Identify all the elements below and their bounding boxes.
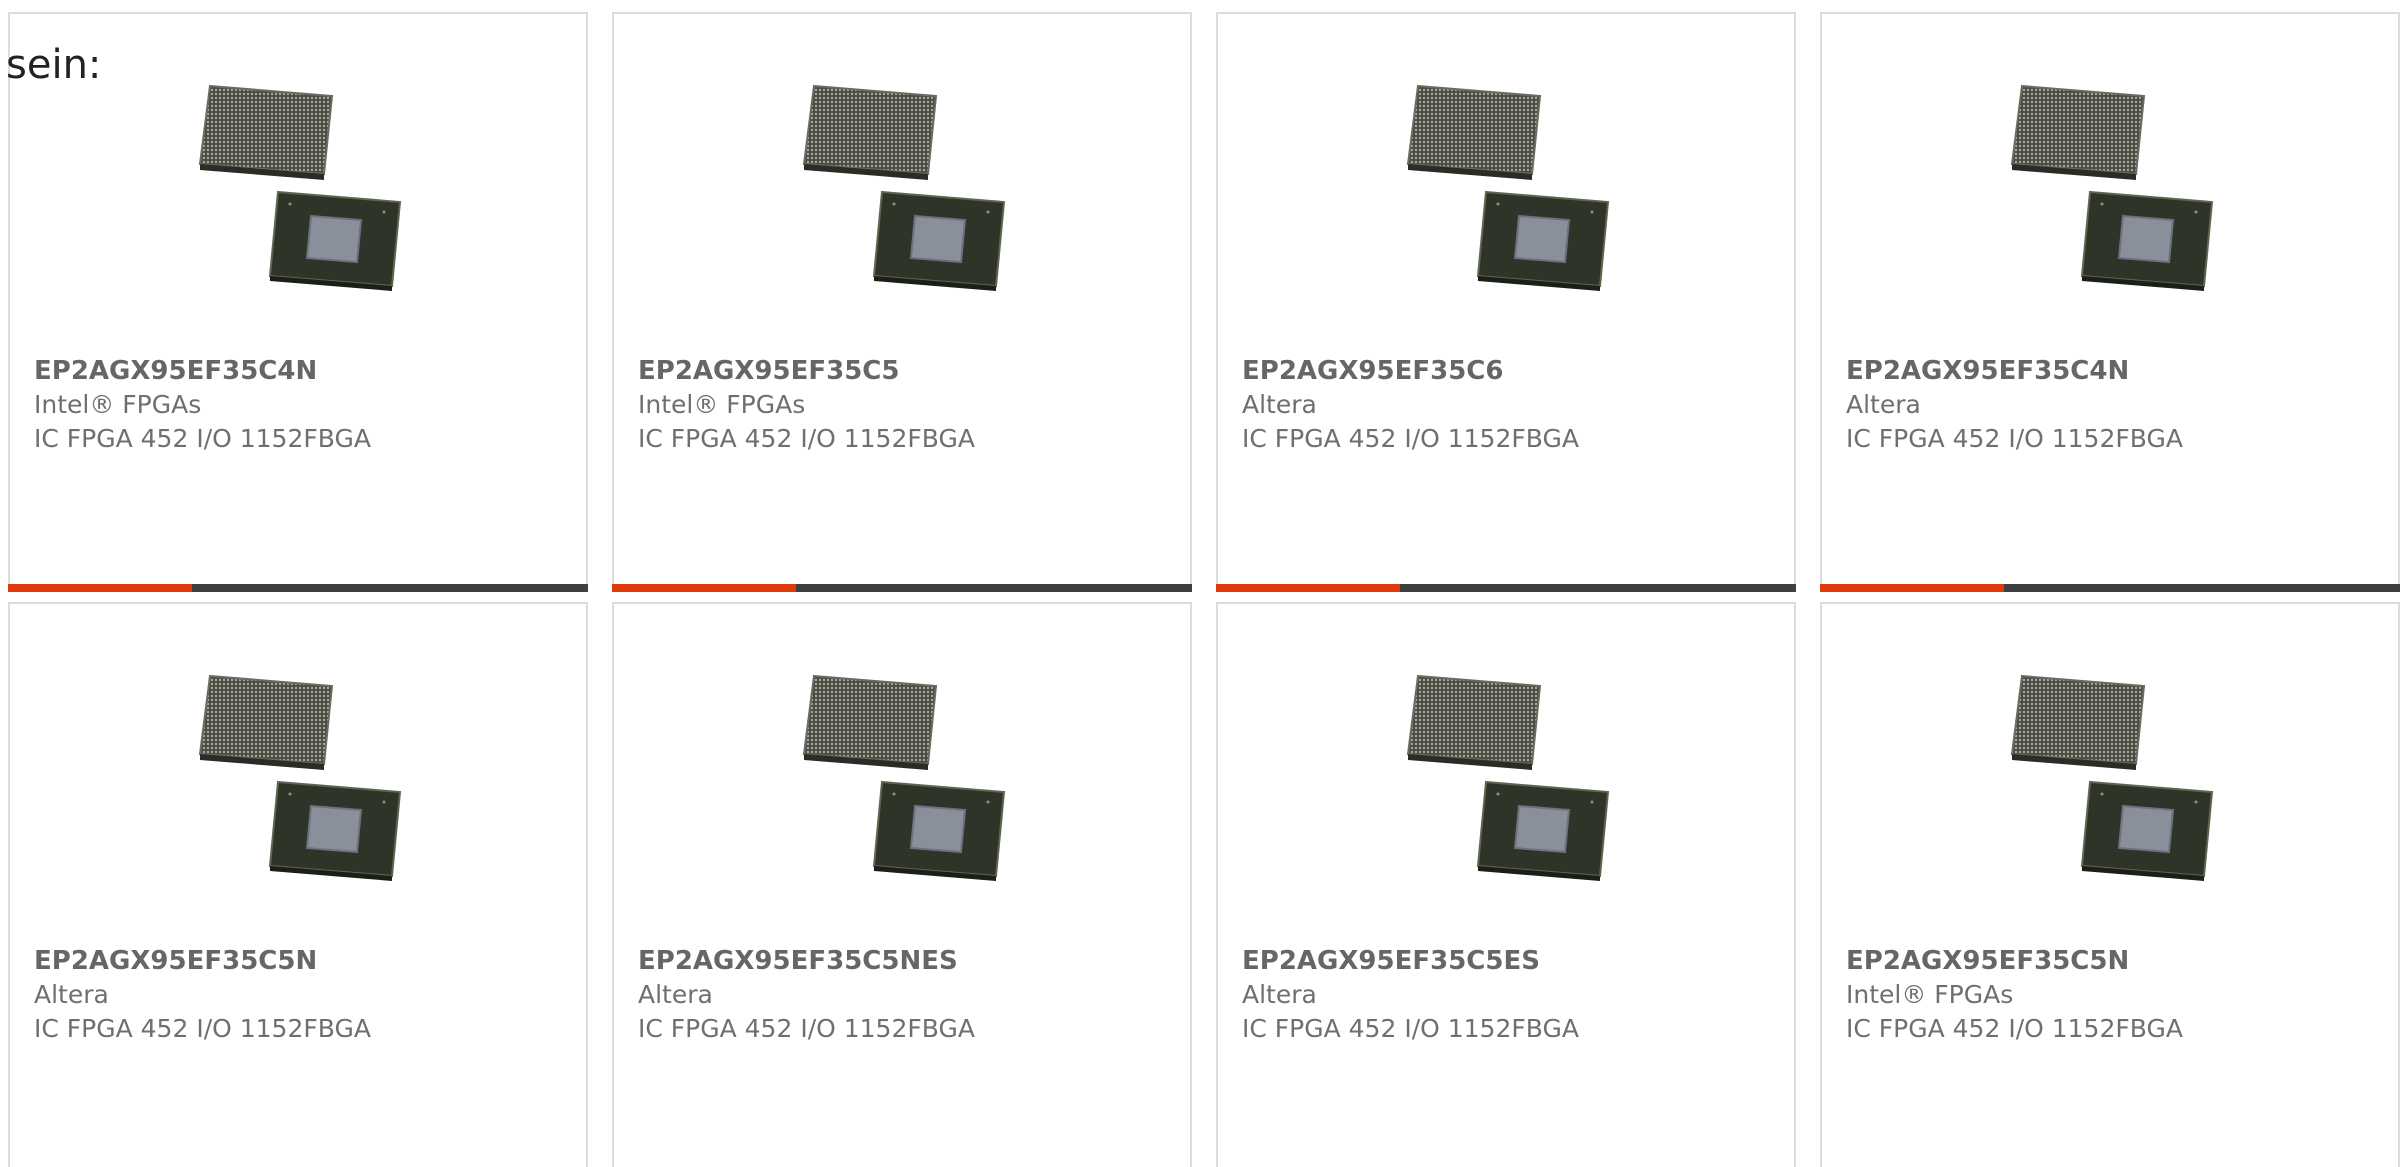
product-card[interactable]: EP2AGX95EF35C5ES Altera IC FPGA 452 I/O … bbox=[1216, 602, 1796, 1167]
product-description: IC FPGA 452 I/O 1152FBGA bbox=[34, 1014, 371, 1043]
product-card[interactable]: EP2AGX95EF35C6 Altera IC FPGA 452 I/O 11… bbox=[1216, 12, 1796, 592]
product-grid: EP2AGX95EF35C4N Intel® FPGAs IC FPGA 452… bbox=[8, 12, 2400, 1167]
card-bar-accent bbox=[612, 584, 796, 592]
manufacturer-name: Intel® FPGAs bbox=[34, 390, 202, 419]
manufacturer-name: Altera bbox=[1846, 390, 1921, 419]
product-image[interactable] bbox=[1406, 674, 1610, 884]
card-footer-bar bbox=[1820, 584, 2400, 592]
card-bar-rest bbox=[1400, 584, 1796, 592]
manufacturer-name: Altera bbox=[1242, 980, 1317, 1009]
intro-text: sein: bbox=[6, 42, 102, 88]
product-info: EP2AGX95EF35C4N Altera IC FPGA 452 I/O 1… bbox=[1846, 354, 2382, 456]
fpga-chip-package-icon bbox=[1406, 84, 1610, 291]
card-bar-rest bbox=[192, 584, 588, 592]
card-bar-accent bbox=[1820, 584, 2004, 592]
card-bar-accent bbox=[1216, 584, 1400, 592]
product-image[interactable] bbox=[802, 84, 1006, 294]
page: sein: EP2AGX95EF35C4N Intel® FPGAs IC FP… bbox=[0, 0, 2400, 1167]
manufacturer-name: Altera bbox=[638, 980, 713, 1009]
fpga-chip-package-icon bbox=[2010, 84, 2214, 291]
product-image[interactable] bbox=[1406, 84, 1610, 294]
part-number[interactable]: EP2AGX95EF35C6 bbox=[1242, 354, 1778, 388]
product-card[interactable]: EP2AGX95EF35C4N Altera IC FPGA 452 I/O 1… bbox=[1820, 12, 2400, 592]
product-image[interactable] bbox=[198, 674, 402, 884]
product-info: EP2AGX95EF35C4N Intel® FPGAs IC FPGA 452… bbox=[34, 354, 570, 456]
manufacturer-name: Intel® FPGAs bbox=[1846, 980, 2014, 1009]
product-info: EP2AGX95EF35C6 Altera IC FPGA 452 I/O 11… bbox=[1242, 354, 1778, 456]
product-info: EP2AGX95EF35C5N Intel® FPGAs IC FPGA 452… bbox=[1846, 944, 2382, 1046]
fpga-chip-package-icon bbox=[1406, 674, 1610, 881]
product-info: EP2AGX95EF35C5 Intel® FPGAs IC FPGA 452 … bbox=[638, 354, 1174, 456]
card-footer-bar bbox=[612, 584, 1192, 592]
product-description: IC FPGA 452 I/O 1152FBGA bbox=[1242, 424, 1579, 453]
part-number[interactable]: EP2AGX95EF35C5N bbox=[1846, 944, 2382, 978]
product-card[interactable]: EP2AGX95EF35C5 Intel® FPGAs IC FPGA 452 … bbox=[612, 12, 1192, 592]
product-description: IC FPGA 452 I/O 1152FBGA bbox=[1846, 424, 2183, 453]
product-info: EP2AGX95EF35C5N Altera IC FPGA 452 I/O 1… bbox=[34, 944, 570, 1046]
product-card[interactable]: EP2AGX95EF35C4N Intel® FPGAs IC FPGA 452… bbox=[8, 12, 588, 592]
fpga-chip-package-icon bbox=[198, 674, 402, 881]
product-image[interactable] bbox=[802, 674, 1006, 884]
card-bar-accent bbox=[8, 584, 192, 592]
product-card[interactable]: EP2AGX95EF35C5N Intel® FPGAs IC FPGA 452… bbox=[1820, 602, 2400, 1167]
part-number[interactable]: EP2AGX95EF35C5N bbox=[34, 944, 570, 978]
product-image[interactable] bbox=[2010, 84, 2214, 294]
product-card[interactable]: EP2AGX95EF35C5N Altera IC FPGA 452 I/O 1… bbox=[8, 602, 588, 1167]
part-number[interactable]: EP2AGX95EF35C5ES bbox=[1242, 944, 1778, 978]
product-description: IC FPGA 452 I/O 1152FBGA bbox=[638, 424, 975, 453]
product-image[interactable] bbox=[2010, 674, 2214, 884]
product-description: IC FPGA 452 I/O 1152FBGA bbox=[1242, 1014, 1579, 1043]
product-info: EP2AGX95EF35C5NES Altera IC FPGA 452 I/O… bbox=[638, 944, 1174, 1046]
card-bar-rest bbox=[2004, 584, 2400, 592]
card-bar-rest bbox=[796, 584, 1192, 592]
product-image[interactable] bbox=[198, 84, 402, 294]
card-footer-bar bbox=[8, 584, 588, 592]
product-description: IC FPGA 452 I/O 1152FBGA bbox=[34, 424, 371, 453]
fpga-chip-package-icon bbox=[802, 84, 1006, 291]
manufacturer-name: Altera bbox=[34, 980, 109, 1009]
card-footer-bar bbox=[1216, 584, 1796, 592]
product-info: EP2AGX95EF35C5ES Altera IC FPGA 452 I/O … bbox=[1242, 944, 1778, 1046]
product-card[interactable]: EP2AGX95EF35C5NES Altera IC FPGA 452 I/O… bbox=[612, 602, 1192, 1167]
fpga-chip-package-icon bbox=[198, 84, 402, 291]
fpga-chip-package-icon bbox=[802, 674, 1006, 881]
part-number[interactable]: EP2AGX95EF35C5NES bbox=[638, 944, 1174, 978]
manufacturer-name: Intel® FPGAs bbox=[638, 390, 806, 419]
fpga-chip-package-icon bbox=[2010, 674, 2214, 881]
product-description: IC FPGA 452 I/O 1152FBGA bbox=[638, 1014, 975, 1043]
part-number[interactable]: EP2AGX95EF35C4N bbox=[34, 354, 570, 388]
manufacturer-name: Altera bbox=[1242, 390, 1317, 419]
product-description: IC FPGA 452 I/O 1152FBGA bbox=[1846, 1014, 2183, 1043]
part-number[interactable]: EP2AGX95EF35C4N bbox=[1846, 354, 2382, 388]
part-number[interactable]: EP2AGX95EF35C5 bbox=[638, 354, 1174, 388]
